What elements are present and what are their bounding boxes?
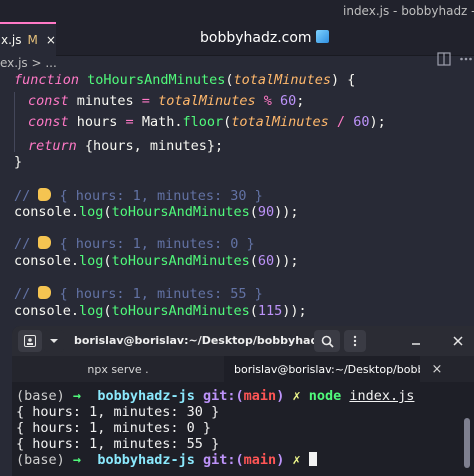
terminal-tab-serve[interactable]: npx serve .: [12, 356, 224, 382]
indent-guide: [14, 92, 15, 152]
terminal-output-line: { hours: 1, minutes: 30 }: [16, 404, 220, 420]
minimize-icon[interactable]: [404, 330, 428, 352]
log-line-3: console.log(toHoursAndMinutes(115));: [14, 303, 307, 319]
terminal-scrollbar[interactable]: [464, 418, 470, 468]
close-icon[interactable]: [446, 330, 470, 352]
log-line-2: console.log(toHoursAndMinutes(60));: [14, 253, 299, 269]
terminal-header: borislav@borislav:~/Desktop/bobbyhadz-r.…: [12, 326, 474, 356]
terminal-icon[interactable]: [18, 330, 42, 352]
tab-label: x.js: [1, 33, 22, 47]
menu-icon[interactable]: [344, 330, 366, 352]
close-icon[interactable]: ×: [46, 33, 56, 47]
code-line-1: function toHoursAndMinutes(totalMinutes)…: [14, 72, 356, 88]
code-line-3: const hours = Math.floor(totalMinutes / …: [28, 114, 386, 130]
brand-text: bobbyhadz.com: [200, 30, 312, 46]
terminal-output-line: { hours: 1, minutes: 55 }: [16, 436, 220, 452]
terminal-window[interactable]: borislav@borislav:~/Desktop/bobbyhadz-r.…: [12, 326, 474, 476]
close-icon[interactable]: ×: [426, 356, 448, 382]
code-line-5: }: [14, 154, 23, 170]
chevron-down-icon[interactable]: [44, 330, 64, 352]
terminal-output-line: { hours: 1, minutes: 0 }: [16, 420, 212, 436]
code-line-4: return {hours, minutes};: [28, 138, 224, 154]
window-title: index.js - bobbyhadz - V: [343, 4, 474, 18]
cube-icon: [315, 30, 329, 43]
terminal-prompt-line: (base) → bobbyhadz-js git:(main) ✗: [16, 452, 317, 468]
modified-indicator: M: [27, 33, 38, 47]
pointing-down-emoji: [38, 286, 52, 299]
editor-tabbar: x.js M × bobbyhadz.com: [0, 22, 474, 66]
log-line-1: console.log(toHoursAndMinutes(90));: [14, 204, 299, 220]
terminal-tabbar: npx serve . borislav@borislav:~/Desktop/…: [12, 356, 474, 382]
brand-watermark: bobbyhadz.com: [200, 30, 329, 46]
terminal-prompt-line: (base) → bobbyhadz-js git:(main) ✗ node …: [16, 388, 415, 404]
code-line-2: const minutes = totalMinutes % 60;: [28, 93, 305, 109]
window-titlebar: index.js - bobbyhadz - V: [0, 0, 474, 22]
terminal-tab-shell[interactable]: borislav@borislav:~/Desktop/bobbyhadz-r.…: [224, 356, 420, 382]
pointing-down-emoji: [38, 188, 52, 201]
editor-tab-index-js[interactable]: x.js M ×: [0, 22, 56, 56]
terminal-title: borislav@borislav:~/Desktop/bobbyhadz-r.…: [74, 334, 314, 347]
pointing-down-emoji: [38, 236, 52, 249]
search-icon[interactable]: [314, 330, 340, 352]
terminal-cursor: [308, 452, 317, 466]
